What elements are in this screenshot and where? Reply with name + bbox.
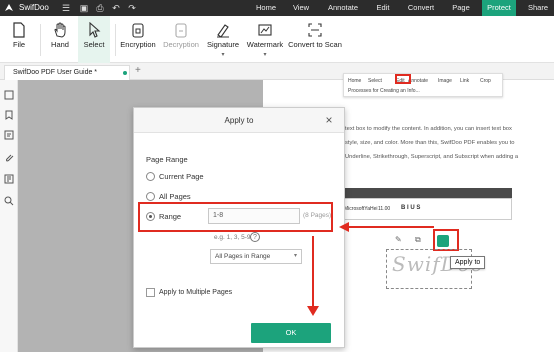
embedded-tab-title: Processes for Creating an Info... (348, 88, 420, 94)
form-icon[interactable] (4, 174, 14, 184)
document-text-line: text box to modify the content. In addit… (345, 126, 512, 132)
copy-icon: ⧉ (415, 235, 421, 244)
hand-icon (54, 22, 66, 38)
decryption-label: Decryption (163, 40, 199, 49)
annotation-list-icon[interactable] (4, 130, 14, 140)
swifdoo-logo-icon (5, 4, 13, 11)
print-icon[interactable]: ⎙ (94, 2, 106, 14)
checkbox-label: Apply to Multiple Pages (159, 289, 233, 296)
highlight-box-edit (395, 74, 411, 84)
file-icon (13, 22, 25, 38)
hand-button[interactable]: Hand (45, 16, 75, 63)
close-icon[interactable]: × (322, 113, 336, 127)
attachment-icon[interactable] (4, 152, 14, 162)
redo-icon[interactable]: ↷ (126, 2, 138, 14)
document-text-line: Underline, Strikethrough, Superscript, a… (345, 154, 519, 160)
app-name: SwifDoo (19, 3, 49, 12)
radio-label: All Pages (159, 192, 191, 201)
embedded-toolbar-screenshot: Home Select Edit Annotate Image Link Cro… (343, 73, 503, 97)
menu-share[interactable]: Share (523, 0, 553, 16)
save-icon[interactable]: ▣ (78, 2, 90, 14)
help-icon[interactable]: ? (250, 232, 260, 242)
document-text-line: style, size, and color. More than this, … (345, 140, 515, 146)
decryption-button[interactable]: Decryption (160, 16, 202, 63)
bookmark-icon[interactable] (4, 110, 14, 120)
signature-button[interactable]: Signature ▾ (203, 16, 243, 63)
document-tab[interactable]: SwifDoo PDF User Guide * (4, 65, 130, 80)
page-range-heading: Page Range (146, 155, 188, 164)
embedded-font-size: 11.00 (378, 206, 391, 212)
left-sidebar (0, 80, 18, 352)
convert-to-scan-label: Convert to Scan (288, 40, 342, 49)
select-button[interactable]: Select (78, 16, 110, 63)
page-subset-dropdown[interactable]: All Pages in Range ▾ (210, 249, 302, 264)
document-tab-title: SwifDoo PDF User Guide * (13, 69, 98, 76)
embedded-menu-item: Select (368, 78, 382, 84)
thumbnails-icon[interactable] (4, 90, 14, 100)
bold-icon: B I U S (401, 205, 421, 211)
menu-annotate[interactable]: Annotate (322, 0, 364, 16)
search-icon[interactable] (4, 196, 14, 206)
chevron-down-icon: ▾ (221, 52, 225, 58)
range-hint: e.g. 1, 3, 5-9 (214, 234, 251, 241)
menu-protect[interactable]: Protect (482, 0, 516, 16)
encryption-lock-icon (132, 23, 144, 38)
title-bar: SwifDoo ☰ ▣ ⎙ ↶ ↷ Home View Annotate Edi… (0, 0, 554, 16)
radio-label: Current Page (159, 172, 204, 181)
signature-label: Signature (206, 40, 240, 49)
ok-button[interactable]: OK (251, 323, 331, 343)
cursor-icon (89, 22, 101, 38)
radio-button[interactable] (146, 192, 155, 201)
embedded-edit-bar (340, 188, 512, 198)
signature-pen-icon (217, 24, 229, 38)
dialog-header: Apply to × (134, 108, 344, 133)
watermark-button[interactable]: Watermark ▾ (244, 16, 286, 63)
select-label: Select (83, 40, 105, 49)
embedded-format-bar: MicrosoftYaHei 11.00 B I U S (340, 198, 512, 220)
hand-label: Hand (51, 40, 69, 49)
convert-to-scan-button[interactable]: Convert to Scan (288, 16, 342, 63)
watermark-label: Watermark (246, 40, 284, 49)
highlight-box-range (138, 202, 333, 232)
add-tab-button[interactable]: + (135, 65, 141, 76)
embedded-menu-item: Annotate (408, 78, 429, 84)
apply-to-tooltip: Apply to (450, 256, 486, 269)
encryption-button[interactable]: Encryption (118, 16, 158, 63)
menu-icon[interactable]: ☰ (60, 2, 72, 14)
divider (115, 24, 116, 56)
encryption-label: Encryption (120, 40, 156, 49)
embedded-font-select: MicrosoftYaHei (344, 206, 378, 212)
embedded-menu-item: Image (438, 78, 452, 84)
embedded-menu-item: Crop (480, 78, 491, 84)
unsaved-indicator (123, 71, 127, 75)
embedded-menu-item: Link (460, 78, 470, 84)
file-label: File (12, 40, 26, 49)
pen-icon: ✎ (395, 235, 402, 244)
watermark-icon (258, 24, 272, 36)
chevron-down-icon: ▾ (263, 52, 267, 58)
decryption-unlock-icon (175, 23, 187, 38)
embedded-menu-item: Home (348, 78, 362, 84)
dialog-title: Apply to (224, 116, 254, 125)
dropdown-value: All Pages in Range (215, 253, 271, 260)
menu-view[interactable]: View (287, 0, 315, 16)
menu-home[interactable]: Home (251, 0, 281, 16)
scan-icon (308, 23, 322, 37)
menu-edit[interactable]: Edit (370, 0, 396, 16)
ribbon-toolbar: File Hand Select Encryption Decryption S… (0, 16, 554, 63)
divider (40, 24, 41, 56)
chevron-down-icon: ▾ (293, 253, 297, 259)
radio-button[interactable] (146, 172, 155, 181)
checkbox[interactable] (146, 288, 155, 297)
menu-convert[interactable]: Convert (402, 0, 440, 16)
highlight-box-apply-icon (433, 229, 459, 251)
file-button[interactable]: File (4, 16, 34, 63)
menu-page[interactable]: Page (447, 0, 475, 16)
undo-icon[interactable]: ↶ (110, 2, 122, 14)
